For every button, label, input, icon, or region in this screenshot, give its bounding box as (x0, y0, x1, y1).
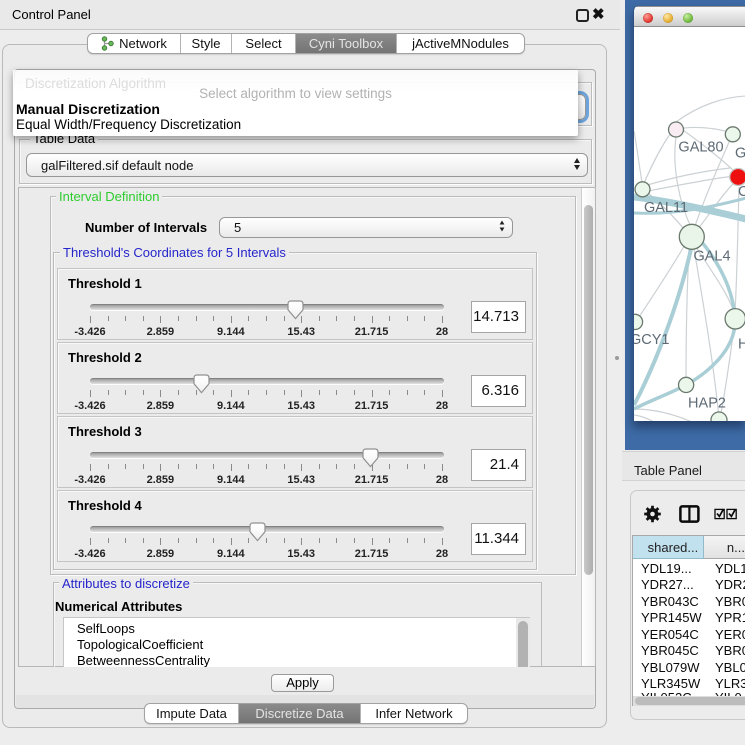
svg-text:GA: GA (735, 146, 745, 162)
svg-text:HAP2: HAP2 (688, 395, 726, 411)
svg-text:GAL80: GAL80 (678, 140, 723, 156)
svg-text:GAL11: GAL11 (644, 200, 688, 216)
svg-text:GAL4: GAL4 (693, 248, 730, 264)
svg-text:C: C (738, 184, 745, 200)
svg-text:H: H (738, 337, 745, 353)
svg-text:GCY1: GCY1 (634, 332, 670, 348)
